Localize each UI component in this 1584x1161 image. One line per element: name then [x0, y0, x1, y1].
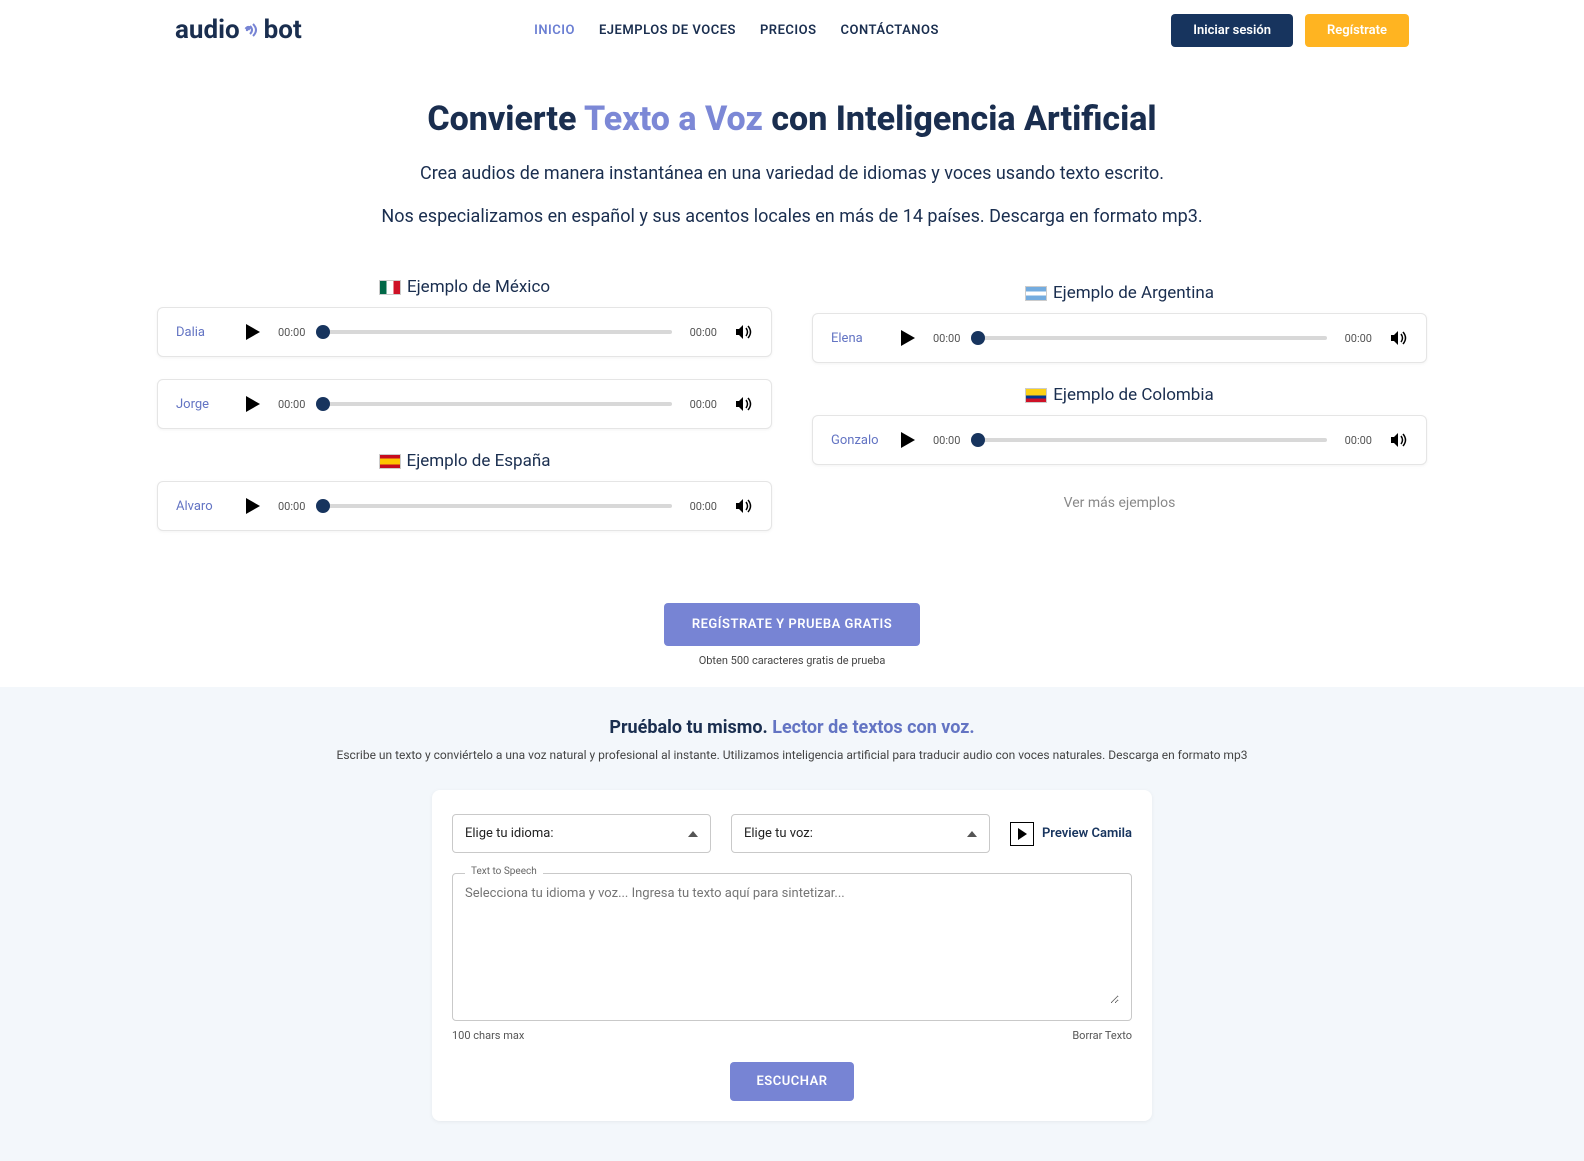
- time-end: 00:00: [690, 326, 717, 339]
- site-logo[interactable]: audio bot: [175, 15, 302, 46]
- example-title-argentina: Ejemplo de Argentina: [812, 283, 1427, 303]
- nav-contactanos[interactable]: CONTÁCTANOS: [841, 23, 939, 38]
- flag-argentina-icon: [1025, 286, 1047, 301]
- preview-label: Preview Camila: [1042, 826, 1132, 841]
- scrubber-thumb[interactable]: [971, 433, 985, 447]
- voice-label: Jorge: [176, 397, 228, 412]
- audio-player-elena: Elena 00:00 00:00: [812, 313, 1427, 363]
- audio-scrubber[interactable]: [323, 330, 671, 334]
- time-start: 00:00: [278, 500, 305, 513]
- scrubber-thumb[interactable]: [316, 325, 330, 339]
- nav-precios[interactable]: PRECIOS: [760, 23, 817, 38]
- volume-icon[interactable]: [735, 324, 753, 340]
- sound-wave-icon: [242, 16, 262, 46]
- time-end: 00:00: [690, 500, 717, 513]
- example-title-mexico: Ejemplo de México: [157, 277, 772, 297]
- scrubber-thumb[interactable]: [971, 331, 985, 345]
- try-subtitle: Escribe un texto y conviértelo a una voz…: [0, 748, 1584, 762]
- audio-player-jorge: Jorge 00:00 00:00: [157, 379, 772, 429]
- voice-label: Gonzalo: [831, 433, 883, 448]
- logo-text-bot: bot: [264, 15, 302, 45]
- chevron-up-icon: [967, 831, 977, 837]
- voice-select-label: Elige tu voz:: [744, 826, 813, 841]
- preview-play-button[interactable]: [1010, 822, 1034, 846]
- tts-textarea[interactable]: [465, 886, 1119, 1004]
- nav-inicio[interactable]: INICIO: [534, 23, 575, 38]
- time-start: 00:00: [278, 398, 305, 411]
- audio-scrubber[interactable]: [323, 402, 671, 406]
- char-counter: 100 chars max: [452, 1029, 524, 1042]
- time-start: 00:00: [933, 434, 960, 447]
- login-button[interactable]: Iniciar sesión: [1171, 14, 1293, 47]
- play-icon[interactable]: [246, 498, 260, 514]
- hero-subtitle-1: Crea audios de manera instantánea en una…: [20, 163, 1564, 184]
- time-start: 00:00: [933, 332, 960, 345]
- primary-nav: INICIO EJEMPLOS DE VOCES PRECIOS CONTÁCT…: [534, 23, 939, 38]
- audio-player-gonzalo: Gonzalo 00:00 00:00: [812, 415, 1427, 465]
- hero-title: Convierte Texto a Voz con Inteligencia A…: [20, 99, 1564, 139]
- listen-button[interactable]: ESCUCHAR: [730, 1062, 853, 1101]
- hero-subtitle-2: Nos especializamos en español y sus acen…: [20, 206, 1564, 227]
- register-cta-button[interactable]: REGÍSTRATE Y PRUEBA GRATIS: [664, 603, 920, 646]
- voice-label: Dalia: [176, 325, 228, 340]
- time-end: 00:00: [1345, 332, 1372, 345]
- textarea-legend: Text to Speech: [465, 866, 543, 877]
- tts-textarea-wrap: Text to Speech: [452, 873, 1132, 1021]
- try-title: Pruébalo tu mismo. Lector de textos con …: [0, 717, 1584, 738]
- play-icon: [1018, 828, 1027, 840]
- time-end: 00:00: [690, 398, 717, 411]
- time-end: 00:00: [1345, 434, 1372, 447]
- volume-icon[interactable]: [735, 396, 753, 412]
- voice-select[interactable]: Elige tu voz:: [731, 814, 990, 853]
- play-icon[interactable]: [246, 396, 260, 412]
- register-button[interactable]: Regístrate: [1305, 14, 1409, 47]
- cta-subtext: Obten 500 caracteres gratis de prueba: [0, 654, 1584, 667]
- audio-player-dalia: Dalia 00:00 00:00: [157, 307, 772, 357]
- audio-scrubber[interactable]: [978, 438, 1326, 442]
- flag-spain-icon: [379, 454, 401, 469]
- more-examples-link[interactable]: Ver más ejemplos: [812, 495, 1427, 511]
- volume-icon[interactable]: [735, 498, 753, 514]
- volume-icon[interactable]: [1390, 432, 1408, 448]
- nav-ejemplos[interactable]: EJEMPLOS DE VOCES: [599, 23, 736, 38]
- voice-label: Elena: [831, 331, 883, 346]
- flag-colombia-icon: [1025, 388, 1047, 403]
- language-select-label: Elige tu idioma:: [465, 826, 553, 841]
- logo-text-audio: audio: [175, 15, 240, 45]
- clear-text-button[interactable]: Borrar Texto: [1072, 1029, 1132, 1042]
- play-icon[interactable]: [901, 330, 915, 346]
- language-select[interactable]: Elige tu idioma:: [452, 814, 711, 853]
- chevron-up-icon: [688, 831, 698, 837]
- play-icon[interactable]: [246, 324, 260, 340]
- volume-icon[interactable]: [1390, 330, 1408, 346]
- audio-scrubber[interactable]: [978, 336, 1326, 340]
- audio-player-alvaro: Alvaro 00:00 00:00: [157, 481, 772, 531]
- flag-mexico-icon: [379, 280, 401, 295]
- audio-scrubber[interactable]: [323, 504, 671, 508]
- voice-label: Alvaro: [176, 499, 228, 514]
- example-title-espana: Ejemplo de España: [157, 451, 772, 471]
- scrubber-thumb[interactable]: [316, 499, 330, 513]
- time-start: 00:00: [278, 326, 305, 339]
- play-icon[interactable]: [901, 432, 915, 448]
- example-title-colombia: Ejemplo de Colombia: [812, 385, 1427, 405]
- scrubber-thumb[interactable]: [316, 397, 330, 411]
